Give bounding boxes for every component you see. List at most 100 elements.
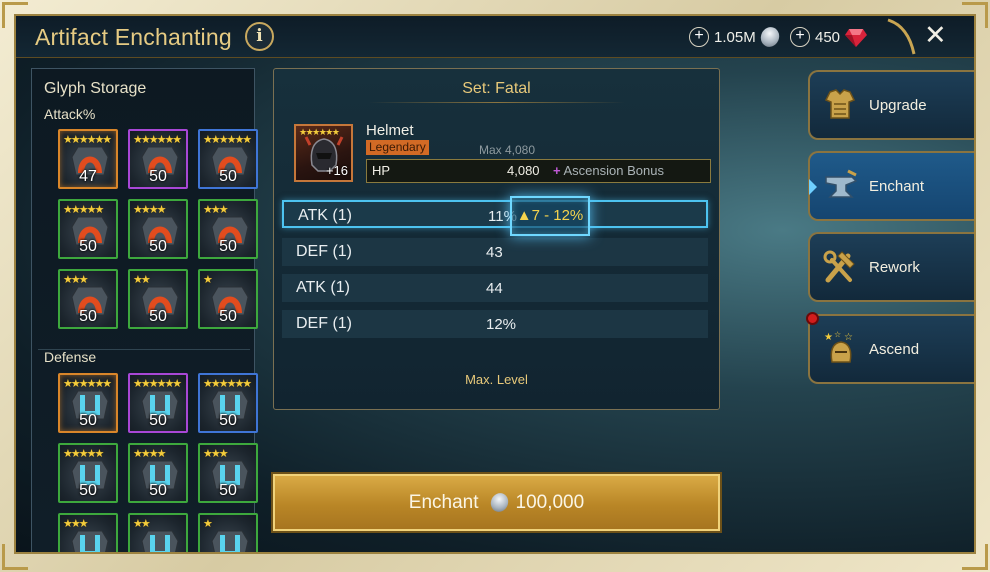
glyph-slot[interactable]: ★ [198, 513, 258, 552]
glyph-slot[interactable]: ★★ 50 [128, 269, 188, 329]
silver-currency: + 1.05M [689, 24, 783, 50]
tab-upgrade[interactable]: Upgrade [808, 70, 974, 140]
glyph-count: 50 [219, 168, 237, 185]
anvil-icon [825, 169, 858, 198]
tab-rework[interactable]: Rework [808, 232, 974, 302]
substat-row[interactable]: ATK (1) 11% [282, 200, 708, 228]
silver-coin-icon [757, 24, 783, 50]
game-screen: Artifact Enchanting i + 1.05M + 450 ✕ Gl… [14, 14, 976, 554]
ascension-bonus-label: Ascension Bonus [563, 163, 664, 178]
enchant-range-highlight: ▲7 - 12% [510, 196, 590, 236]
artifact-rarity-badge: Legendary [366, 140, 429, 155]
max-level-note: Max. Level [465, 372, 528, 387]
glyph-slot[interactable]: ★★★ [58, 513, 118, 552]
glyph-storage-panel: Glyph Storage Attack% ★★★★★★ 47 ★★★★★★ 50 ★★… [31, 68, 258, 552]
substat-value: 43 [486, 244, 503, 261]
ruby-gem-icon [845, 29, 868, 47]
substat-rolls: (1) [332, 243, 353, 260]
main-stat-value: 4,080 [507, 163, 540, 178]
enchant-button[interactable]: Enchant 100,000 [271, 472, 722, 533]
glyph-slot[interactable]: ★★★★★ 50 [58, 199, 118, 259]
enchant-button-label: Enchant [408, 491, 479, 513]
glyph-count: 50 [149, 168, 167, 185]
substat-row[interactable]: DEF (1) 43 [282, 238, 708, 266]
close-icon[interactable]: ✕ [924, 20, 947, 51]
substat-stat: DEF [296, 315, 328, 332]
info-icon[interactable]: i [245, 22, 274, 51]
glyph-count: 50 [149, 412, 167, 429]
set-divider [369, 102, 625, 103]
attack-section-label: Attack% [44, 106, 96, 122]
glyph-count: 47 [79, 168, 97, 185]
substat-name: ATK (1) [296, 279, 350, 297]
glyph-count: 50 [219, 412, 237, 429]
glyph-slot[interactable]: ★★★★★★ 50 [128, 373, 188, 433]
tab-enchant-label: Enchant [869, 178, 925, 195]
tab-enchant[interactable]: Enchant [808, 151, 974, 221]
gems-amount: 450 [815, 28, 841, 46]
tab-rework-label: Rework [869, 259, 920, 276]
substat-name: DEF (1) [296, 243, 352, 261]
substat-rolls: (1) [330, 279, 350, 296]
tools-icon [823, 250, 855, 283]
defense-glyph-icon [141, 530, 179, 552]
substat-row[interactable]: ATK (1) 44 [282, 274, 708, 302]
top-bar: Artifact Enchanting i + 1.05M + 450 ✕ [16, 16, 974, 58]
svg-text:☆: ☆ [844, 332, 853, 343]
glyph-count: 50 [79, 308, 97, 325]
substat-value: 44 [486, 280, 503, 297]
glyph-slot[interactable]: ★★★ 50 [198, 443, 258, 503]
glyph-slot[interactable]: ★★★★★★ 47 [58, 129, 118, 189]
artifact-level: +16 [325, 163, 348, 178]
enchant-cost: 100,000 [515, 491, 585, 513]
tab-upgrade-label: Upgrade [869, 97, 927, 114]
glyph-slot[interactable]: ★ 50 [198, 269, 258, 329]
substat-name: ATK (1) [298, 207, 352, 225]
substat-name: DEF (1) [296, 315, 352, 333]
active-tab-arrow-icon [809, 179, 817, 195]
glyph-count: 50 [79, 412, 97, 429]
glyph-slot[interactable]: ★★★★ 50 [128, 443, 188, 503]
artifact-max-value: Max 4,080 [479, 143, 536, 157]
glyph-count: 50 [149, 238, 167, 255]
main-stat-label: HP [372, 163, 391, 178]
glyph-count: 50 [79, 482, 97, 499]
glyph-slot[interactable]: ★★★★★ 50 [58, 443, 118, 503]
add-gems-button[interactable]: + [790, 27, 810, 47]
artifact-panel: Set: Fatal ★★★★★★ +16 Helmet Legendary M… [273, 68, 720, 410]
substat-value: 12% [486, 316, 517, 333]
defense-glyph-icon [71, 530, 109, 552]
tab-ascend-label: Ascend [869, 341, 920, 358]
glyph-count: 50 [219, 238, 237, 255]
substat-rolls: (1) [332, 315, 353, 332]
glyph-slot[interactable]: ★★★★★★ 50 [128, 129, 188, 189]
main-stat-row: HP 4,080 + Ascension Bonus [366, 159, 711, 183]
tab-ascend[interactable]: ★ ☆ ☆ Ascend [808, 314, 974, 384]
artifact-thumbnail[interactable]: ★★★★★★ +16 [294, 124, 353, 182]
glyph-slot[interactable]: ★★★★★★ 50 [198, 129, 258, 189]
gem-currency: + 450 [790, 26, 868, 48]
substat-stat: ATK [296, 279, 326, 296]
substat-rolls: (1) [332, 207, 352, 224]
notification-dot [806, 312, 819, 325]
glyph-slot[interactable]: ★★★★★★ 50 [198, 373, 258, 433]
helmet-stars-icon: ★ ☆ ☆ [824, 330, 853, 363]
silver-coin-icon [487, 490, 511, 515]
glyph-slot[interactable]: ★★★ 50 [198, 199, 258, 259]
defense-glyph-icon [211, 530, 249, 552]
glyph-slot[interactable]: ★★★ 50 [58, 269, 118, 329]
glyph-slot[interactable]: ★★★★★★ 50 [58, 373, 118, 433]
silver-amount: 1.05M [714, 28, 756, 46]
armor-icon [824, 89, 856, 119]
glyph-slot[interactable]: ★★★★ 50 [128, 199, 188, 259]
plus-icon: + [553, 163, 561, 178]
glyph-count: 50 [219, 308, 237, 325]
glyph-storage-title: Glyph Storage [44, 80, 147, 97]
substat-stat: DEF [296, 243, 328, 260]
svg-text:☆: ☆ [834, 330, 841, 339]
page-title: Artifact Enchanting [35, 24, 232, 50]
substat-row[interactable]: DEF (1) 12% [282, 310, 708, 338]
glyph-slot[interactable]: ★★ [128, 513, 188, 552]
add-silver-button[interactable]: + [689, 27, 709, 47]
svg-text:★: ★ [824, 332, 833, 343]
